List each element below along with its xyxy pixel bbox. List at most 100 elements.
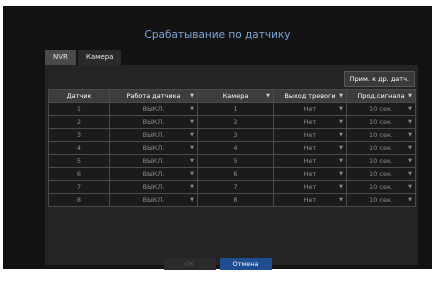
- table-row: 6 ВЫКЛ. ▼ 6 Нет ▼ 10 сек. ▼: [48, 167, 416, 181]
- cell-value: 3: [233, 131, 238, 139]
- header-signal-duration[interactable]: Прод.сигнала ▼: [346, 89, 416, 103]
- camera-select[interactable]: 6: [197, 167, 274, 181]
- tab-panel: Прим. к др. датч. Датчик Работа датчика …: [45, 65, 418, 265]
- cell-value: 1: [233, 105, 238, 113]
- cell-value: Нет: [303, 170, 317, 178]
- header-alarm-output[interactable]: Выход тревоги ▼: [273, 89, 347, 103]
- chevron-down-icon: ▼: [190, 158, 194, 164]
- chevron-down-icon: ▼: [408, 93, 412, 99]
- cell-value: Нет: [303, 157, 317, 165]
- alarm-output-select[interactable]: Нет ▼: [273, 102, 347, 116]
- cell-value: 10 сек.: [369, 144, 393, 152]
- chevron-down-icon: ▼: [339, 197, 343, 203]
- table-body: 1 ВЫКЛ. ▼ 1 Нет ▼ 10 сек. ▼ 2 ВЫКЛ. ▼ 2 Нет ▼ 10 сек. ▼…: [48, 102, 416, 207]
- chevron-down-icon: ▼: [190, 171, 194, 177]
- alarm-output-select[interactable]: Нет ▼: [273, 154, 347, 168]
- tab-nvr[interactable]: NVR: [45, 50, 76, 65]
- sensor-number: 8: [48, 193, 110, 207]
- cancel-button[interactable]: Отмена: [219, 258, 272, 270]
- sensor-number: 4: [48, 141, 110, 155]
- table-row: 2 ВЫКЛ. ▼ 2 Нет ▼ 10 сек. ▼: [48, 115, 416, 129]
- cell-value: 7: [233, 183, 238, 191]
- cell-value: Нет: [303, 118, 317, 126]
- sensor-operation-select[interactable]: ВЫКЛ. ▼: [109, 115, 198, 129]
- signal-duration-select[interactable]: 10 сек. ▼: [346, 115, 416, 129]
- camera-select[interactable]: 3: [197, 128, 274, 142]
- table-row: 7 ВЫКЛ. ▼ 7 Нет ▼ 10 сек. ▼: [48, 180, 416, 194]
- cell-value: ВЫКЛ.: [142, 170, 165, 178]
- header-camera[interactable]: Камера ▼: [197, 89, 274, 103]
- chevron-down-icon: ▼: [408, 119, 412, 125]
- chevron-down-icon: ▼: [339, 145, 343, 151]
- dialog-footer: OK Отмена: [3, 258, 432, 270]
- sensor-operation-select[interactable]: ВЫКЛ. ▼: [109, 141, 198, 155]
- sensor-number: 2: [48, 115, 110, 129]
- sensor-number: 5: [48, 154, 110, 168]
- table-row: 1 ВЫКЛ. ▼ 1 Нет ▼ 10 сек. ▼: [48, 102, 416, 116]
- cell-value: 10 сек.: [369, 196, 393, 204]
- cell-value: ВЫКЛ.: [142, 144, 165, 152]
- sensor-operation-select[interactable]: ВЫКЛ. ▼: [109, 154, 198, 168]
- camera-select[interactable]: 5: [197, 154, 274, 168]
- apply-to-other-sensors-button[interactable]: Прим. к др. датч.: [343, 71, 415, 87]
- camera-select[interactable]: 4: [197, 141, 274, 155]
- chevron-down-icon: ▼: [408, 171, 412, 177]
- chevron-down-icon: ▼: [408, 106, 412, 112]
- cell-value: 5: [233, 157, 238, 165]
- signal-duration-select[interactable]: 10 сек. ▼: [346, 193, 416, 207]
- cell-value: Нет: [303, 131, 317, 139]
- alarm-output-select[interactable]: Нет ▼: [273, 167, 347, 181]
- cell-value: 10 сек.: [369, 105, 393, 113]
- ok-button[interactable]: OK: [163, 258, 216, 270]
- chevron-down-icon: ▼: [408, 132, 412, 138]
- chevron-down-icon: ▼: [408, 184, 412, 190]
- cell-value: ВЫКЛ.: [142, 183, 165, 191]
- sensor-operation-select[interactable]: ВЫКЛ. ▼: [109, 167, 198, 181]
- signal-duration-select[interactable]: 10 сек. ▼: [346, 167, 416, 181]
- camera-select[interactable]: 7: [197, 180, 274, 194]
- cell-value: 8: [233, 196, 238, 204]
- cell-value: 2: [233, 118, 238, 126]
- table-row: 5 ВЫКЛ. ▼ 5 Нет ▼ 10 сек. ▼: [48, 154, 416, 168]
- chevron-down-icon: ▼: [190, 184, 194, 190]
- cell-value: Нет: [303, 196, 317, 204]
- cell-value: Нет: [303, 105, 317, 113]
- chevron-down-icon: ▼: [339, 171, 343, 177]
- sensor-operation-select[interactable]: ВЫКЛ. ▼: [109, 193, 198, 207]
- header-sensor-operation[interactable]: Работа датчика ▼: [109, 89, 198, 103]
- signal-duration-select[interactable]: 10 сек. ▼: [346, 141, 416, 155]
- sensor-number: 1: [48, 102, 110, 116]
- alarm-output-select[interactable]: Нет ▼: [273, 115, 347, 129]
- chevron-down-icon: ▼: [339, 184, 343, 190]
- chevron-down-icon: ▼: [266, 93, 270, 99]
- alarm-output-select[interactable]: Нет ▼: [273, 180, 347, 194]
- signal-duration-select[interactable]: 10 сек. ▼: [346, 180, 416, 194]
- sensor-operation-select[interactable]: ВЫКЛ. ▼: [109, 128, 198, 142]
- chevron-down-icon: ▼: [339, 132, 343, 138]
- camera-select[interactable]: 8: [197, 193, 274, 207]
- signal-duration-select[interactable]: 10 сек. ▼: [346, 154, 416, 168]
- cell-value: 10 сек.: [369, 131, 393, 139]
- alarm-output-select[interactable]: Нет ▼: [273, 128, 347, 142]
- signal-duration-select[interactable]: 10 сек. ▼: [346, 102, 416, 116]
- table-row: 4 ВЫКЛ. ▼ 4 Нет ▼ 10 сек. ▼: [48, 141, 416, 155]
- chevron-down-icon: ▼: [190, 145, 194, 151]
- tab-camera[interactable]: Камера: [77, 50, 122, 65]
- cell-value: 6: [233, 170, 238, 178]
- chevron-down-icon: ▼: [408, 197, 412, 203]
- signal-duration-select[interactable]: 10 сек. ▼: [346, 128, 416, 142]
- sensor-operation-select[interactable]: ВЫКЛ. ▼: [109, 180, 198, 194]
- sensor-operation-select[interactable]: ВЫКЛ. ▼: [109, 102, 198, 116]
- camera-select[interactable]: 1: [197, 102, 274, 116]
- alarm-output-select[interactable]: Нет ▼: [273, 193, 347, 207]
- chevron-down-icon: ▼: [190, 106, 194, 112]
- header-label: Прод.сигнала: [357, 92, 405, 100]
- cell-value: 10 сек.: [369, 170, 393, 178]
- alarm-output-select[interactable]: Нет ▼: [273, 141, 347, 155]
- camera-select[interactable]: 2: [197, 115, 274, 129]
- chevron-down-icon: ▼: [190, 197, 194, 203]
- chevron-down-icon: ▼: [408, 145, 412, 151]
- cell-value: 10 сек.: [369, 183, 393, 191]
- chevron-down-icon: ▼: [339, 93, 343, 99]
- sensor-trigger-dialog: Срабатывание по датчику NVR Камера Прим.…: [3, 6, 432, 270]
